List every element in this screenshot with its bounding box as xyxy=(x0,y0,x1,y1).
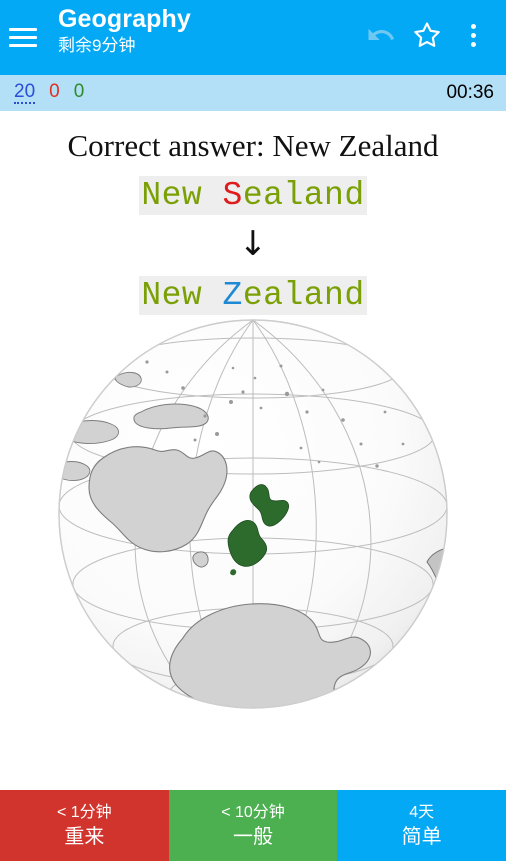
study-stats-bar: 20 0 0 00:36 xyxy=(0,75,506,111)
answer-ease-buttons: < 1分钟 重来 < 10分钟 一般 4天 简单 xyxy=(0,790,506,861)
expected-answer-row: New Zealand xyxy=(0,275,506,321)
good-interval: < 10分钟 xyxy=(221,803,285,821)
three-dot-overflow-icon xyxy=(470,23,476,47)
again-label: 重来 xyxy=(64,825,105,848)
hamburger-line xyxy=(9,44,37,47)
hamburger-menu-icon[interactable] xyxy=(0,0,46,81)
easy-label: 简单 xyxy=(401,825,442,848)
good-label: 一般 xyxy=(233,825,273,848)
session-timer: 00:36 xyxy=(446,82,494,103)
orthographic-globe-map xyxy=(58,319,448,709)
page-subtitle: 剩余9分钟 xyxy=(58,36,136,55)
typed-seg-correct-suffix: ealand xyxy=(242,177,365,214)
app-header-bar: Geography 剩余9分钟 xyxy=(0,0,506,75)
mark-star-button[interactable] xyxy=(404,15,450,55)
good-button[interactable]: < 10分钟 一般 xyxy=(168,790,338,861)
dot xyxy=(470,23,476,29)
landmass-northwest-sliver xyxy=(59,321,93,367)
expected-seg-suffix: ealand xyxy=(242,277,365,314)
again-interval: < 1分钟 xyxy=(56,803,112,821)
learning-card-count[interactable]: 0 xyxy=(49,82,60,102)
header-actions xyxy=(358,0,506,75)
again-button[interactable]: < 1分钟 重来 xyxy=(0,790,169,861)
expected-seg-prefix: New xyxy=(141,277,223,314)
page-title: Geography xyxy=(58,5,191,33)
typed-answer-row: New Sealand xyxy=(0,175,506,221)
expected-answer-text: New Zealand xyxy=(139,276,367,315)
undo-arrow-icon xyxy=(368,28,395,40)
easy-interval: 4天 xyxy=(409,803,435,821)
landmass-south-america-sliver xyxy=(426,547,447,654)
typed-answer-text: New Sealand xyxy=(139,176,367,215)
dot xyxy=(470,41,476,47)
globe-illustration xyxy=(0,316,506,736)
hamburger-line xyxy=(9,36,37,39)
dot xyxy=(470,32,476,38)
typed-seg-wrong-char: S xyxy=(222,177,243,214)
due-card-count[interactable]: 0 xyxy=(74,82,85,102)
card-content-area: Correct answer: New Zealand New Sealand … xyxy=(0,111,506,790)
overflow-menu-button[interactable] xyxy=(450,15,496,55)
hamburger-line xyxy=(9,28,37,31)
header-title-block: Geography 剩余9分钟 xyxy=(46,0,358,58)
typed-seg-correct-prefix: New xyxy=(141,177,223,214)
undo-button[interactable] xyxy=(358,15,404,55)
new-card-count[interactable]: 20 xyxy=(14,82,36,104)
easy-button[interactable]: 4天 简单 xyxy=(337,790,506,861)
diff-arrow: ↓ xyxy=(238,224,268,264)
expected-seg-corrected-char: Z xyxy=(222,277,243,314)
correct-answer-line: Correct answer: New Zealand xyxy=(67,128,439,163)
star-outline-icon xyxy=(414,22,440,47)
card-counts: 20 0 0 xyxy=(14,82,446,104)
